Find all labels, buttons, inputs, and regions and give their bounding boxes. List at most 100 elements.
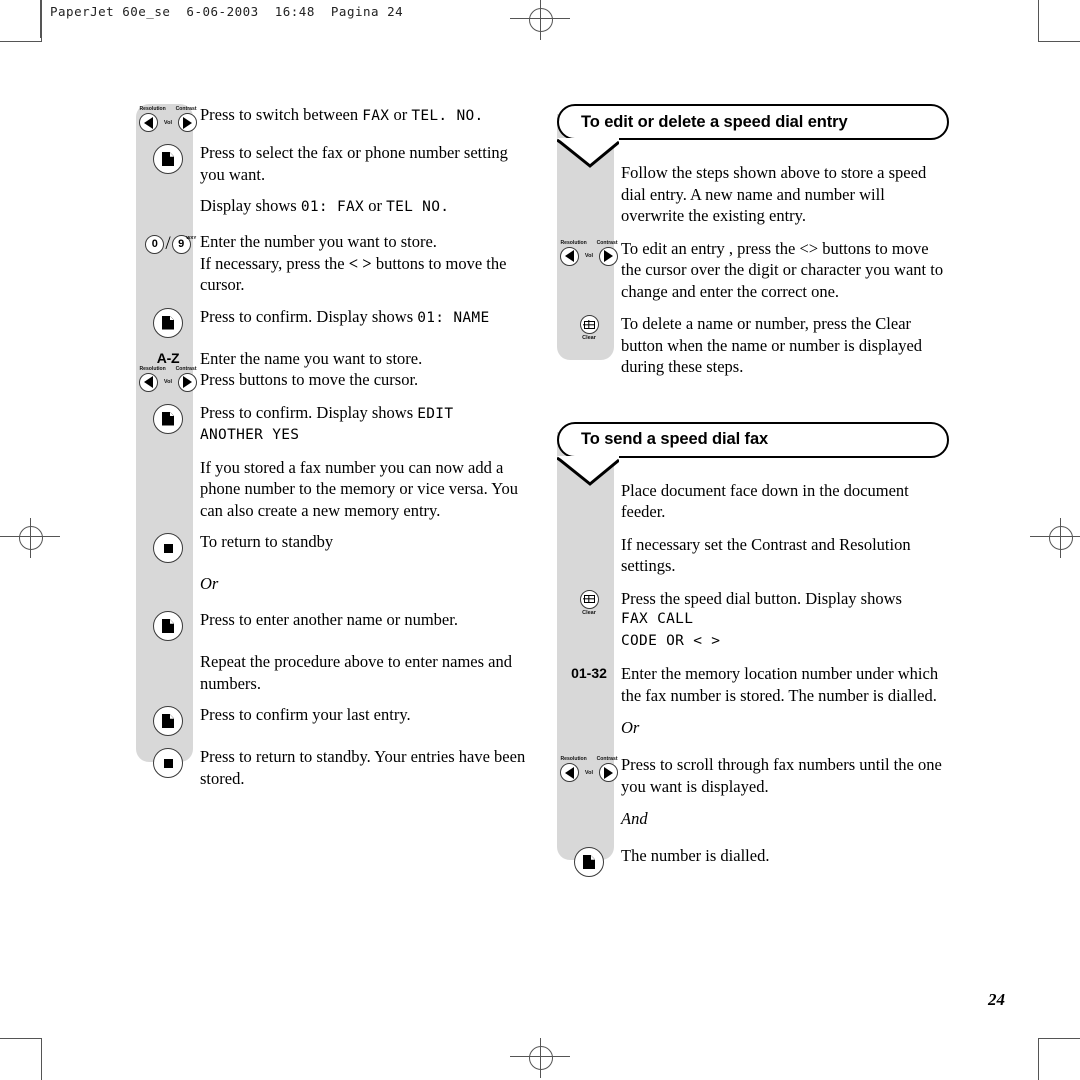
confirm-button[interactable]: [574, 847, 604, 877]
clear-label: Clear: [582, 335, 596, 341]
section-callout: To edit or delete a speed dial entry: [556, 104, 949, 168]
step-icon-slot: [136, 402, 200, 434]
key-nine-button[interactable]: 9 WXY: [171, 234, 197, 254]
step-text: Repeat the procedure above to enter name…: [200, 651, 536, 694]
confirm-button[interactable]: [153, 611, 183, 641]
lcd-display-text: TEL NO.: [386, 199, 450, 215]
stop-button[interactable]: [153, 533, 183, 563]
instruction-text: Press to confirm your last entry.: [200, 705, 411, 724]
arrow-left-icon: [144, 116, 153, 129]
instruction-step: Press to return to standby. Your entries…: [136, 746, 536, 789]
numeric-keypad-range[interactable]: 0 / 9 WXY: [145, 233, 197, 255]
instruction-step: If you stored a fax number you can now a…: [136, 457, 536, 522]
instruction-step: Press to confirm. Display shows EDIT ANOT…: [136, 402, 536, 447]
step-icon-slot: [557, 845, 621, 877]
step-icon-slot: 0 / 9 WXY: [136, 231, 200, 255]
right-arrow-button[interactable]: [599, 246, 618, 266]
key-zero-button[interactable]: 0: [145, 234, 165, 254]
instruction-text: The number is dialled.: [621, 846, 770, 865]
instruction-text: Enter the number you want to store.: [200, 232, 437, 251]
instruction-text: Press to scroll through fax numbers unti…: [621, 755, 942, 796]
clear-button[interactable]: Clear: [579, 589, 599, 616]
stop-button[interactable]: [153, 748, 183, 778]
lcd-display-text: EDIT: [417, 405, 454, 422]
step-text: Press to select the fax or phone number …: [200, 142, 536, 185]
instruction-text: Place document face down in the document…: [621, 480, 909, 522]
instruction-text: Press buttons to move the cursor.: [200, 370, 419, 389]
step-icon-slot: [136, 531, 200, 563]
left-arrow-button[interactable]: [560, 246, 579, 266]
step-icon-slot: [136, 306, 200, 338]
step-text: Press to enter another name or number.: [200, 609, 536, 631]
page-icon: [162, 619, 174, 633]
lcd-display-text: 01: NAME: [417, 309, 490, 326]
section-title: To send a speed dial fax: [581, 430, 769, 448]
instruction-step: If necessary set the Contrast and Resolu…: [557, 534, 949, 577]
confirm-button[interactable]: [153, 403, 183, 434]
step-text: Press to return to standby. Your entries…: [200, 746, 536, 789]
step-icon-slot: [136, 704, 200, 736]
page-icon: [162, 411, 174, 426]
book-icon: [583, 320, 595, 329]
step-icon-slot: Clear: [557, 313, 621, 341]
resolution-contrast-buttons[interactable]: Resolution Contrast Vol: [139, 106, 197, 132]
step-text: To return to standby: [200, 531, 536, 553]
right-arrow-button[interactable]: [599, 763, 618, 782]
step-text: Press to switch between FAX or TEL. NO.: [200, 104, 536, 128]
crop-mark-bottom-left: [0, 1038, 42, 1080]
resolution-contrast-buttons[interactable]: Resolution Contrast Vol: [139, 366, 197, 392]
confirm-button[interactable]: [153, 144, 183, 174]
step-text: Enter the memory location number under w…: [621, 663, 949, 706]
vol-label: Vol: [584, 253, 594, 259]
arrow-left-icon: [565, 250, 574, 262]
step-icon-slot: [557, 808, 621, 810]
crop-mark-top-left: [0, 0, 42, 42]
vol-label: Vol: [163, 119, 173, 126]
instruction-step: Follow the steps shown above to store a …: [557, 162, 949, 227]
confirm-button[interactable]: [153, 307, 183, 338]
step-text: If necessary set the Contrast and Resolu…: [621, 534, 949, 577]
left-arrow-button[interactable]: [560, 763, 579, 782]
az-label: A-Z: [156, 349, 180, 366]
contrast-label: Contrast: [596, 239, 618, 246]
instruction-text: Press to confirm. Display shows EDIT: [200, 402, 536, 426]
instruction-step: Press to select the fax or phone number …: [136, 142, 536, 185]
clear-button-circle[interactable]: [579, 589, 599, 609]
right-arrow-button[interactable]: [178, 372, 197, 392]
section-title: To edit or delete a speed dial entry: [581, 112, 848, 131]
step-icon-slot: [557, 717, 621, 719]
callout-bubble: To edit or delete a speed dial entry: [557, 104, 949, 140]
resolution-contrast-buttons[interactable]: Resolution Contrast Vol: [560, 240, 618, 266]
resolution-contrast-buttons[interactable]: Resolution Contrast Vol: [560, 756, 618, 782]
step-icon-slot: [136, 746, 200, 778]
vol-label: Vol: [584, 769, 594, 776]
keypad-slash: /: [165, 233, 171, 254]
step-text: Press to scroll through fax numbers unti…: [621, 754, 949, 797]
crop-mark-bottom-right: [1038, 1038, 1080, 1080]
step-icon-slot: A-Z Resolution Contrast Vol: [136, 348, 200, 392]
instruction-step: Resolution Contrast Vol Press to scroll thr…: [557, 754, 949, 797]
step-icon-slot: [136, 609, 200, 641]
clear-button[interactable]: Clear: [579, 315, 599, 341]
right-arrow-button[interactable]: [178, 113, 197, 132]
step-icon-slot: [136, 195, 200, 197]
lcd-display-text: FAX CALL: [621, 611, 694, 627]
clear-label: Clear: [582, 609, 596, 616]
instruction-step: And: [557, 808, 949, 834]
step-text: Enter the name you want to store. Press b…: [200, 348, 536, 391]
section-callout: To send a speed dial fax: [556, 421, 949, 486]
page-icon: [162, 152, 174, 166]
lcd-display-text: FAX: [362, 108, 390, 124]
confirm-button[interactable]: [153, 706, 183, 736]
step-text: Press the speed dial button. Display sho…: [621, 588, 949, 653]
left-arrow-button[interactable]: [139, 372, 158, 392]
step-text: Press to confirm. Display shows 01: NAME: [200, 306, 536, 330]
left-arrow-button[interactable]: [139, 113, 158, 132]
instruction-step: Clear Press the speed dial button. Displa…: [557, 588, 949, 653]
alpha-keypad-group[interactable]: A-Z Resolution Contrast Vol: [139, 350, 197, 392]
memory-range-label: 01-32: [571, 665, 607, 681]
clear-button-circle[interactable]: [579, 315, 599, 334]
key-nine-label: 9 WXY: [178, 235, 197, 250]
page-icon: [162, 714, 174, 728]
registration-mark-bottom: [510, 1038, 570, 1078]
